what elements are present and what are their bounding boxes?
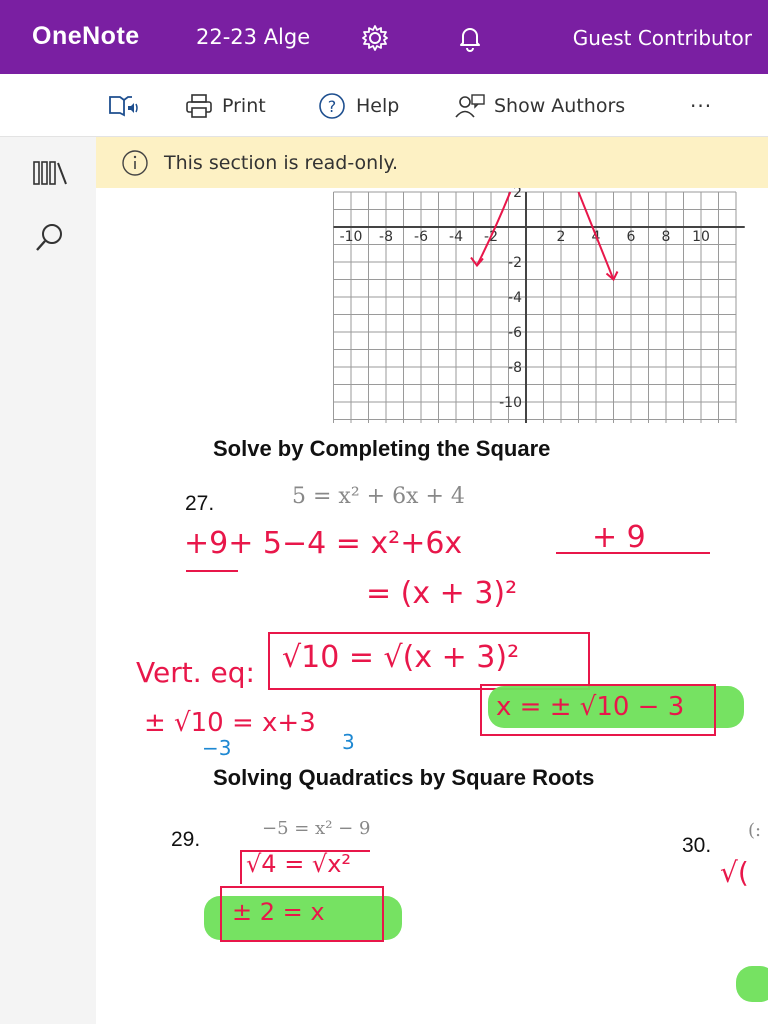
read-only-banner: This section is read-only. [96, 137, 768, 188]
coordinate-graph: -10 -8 -6 -4 -2 2 4 6 8 102-2-4-6-8-10 [333, 188, 745, 423]
highlight-answer-30 [736, 966, 768, 1002]
print-button[interactable]: Print [184, 92, 266, 120]
x-tick-label: -8 [379, 229, 393, 245]
problem-30-number: 30. [682, 834, 712, 857]
ink-small-three: 3 [342, 730, 355, 754]
printer-icon [186, 94, 212, 118]
info-icon [122, 149, 148, 176]
more-options-button[interactable]: ··· [690, 92, 712, 120]
immersive-reader-icon [109, 96, 138, 117]
ribbon-toolbar: Print ? Help Show Authors ··· [0, 74, 768, 137]
svg-text:?: ? [328, 97, 337, 116]
ink-answer-27: x = ± √10 − 3 [496, 692, 685, 722]
y-tick-label: 2 [513, 188, 522, 201]
y-tick-label: -6 [508, 325, 522, 341]
x-tick-label: -4 [449, 229, 463, 245]
x-tick-label: -10 [340, 229, 363, 245]
parabola-left-branch [476, 191, 512, 266]
show-authors-label: Show Authors [494, 95, 626, 117]
ink-problem-29-work: √4 = √x² [246, 850, 352, 878]
show-authors-button[interactable]: Show Authors [454, 92, 625, 120]
settings-gear-icon[interactable] [359, 24, 391, 52]
problem-27-number: 27. [185, 492, 215, 515]
ink-vertex-label: Vert. eq: [136, 656, 255, 689]
section-heading-completing-square: Solve by Completing the Square [213, 436, 551, 461]
x-tick-label: -6 [414, 229, 428, 245]
navigation-rail [0, 137, 97, 1024]
print-label: Print [222, 95, 266, 117]
app-header: OneNote 22-23 Alge Guest Contributor [0, 0, 768, 74]
problem-29-equation: −5 = x² − 9 [262, 818, 371, 839]
y-tick-label: -8 [508, 360, 522, 376]
ink-line-1: +9+ 5−4 = x²+6x [184, 526, 463, 561]
x-tick-label: 8 [662, 229, 671, 245]
read-only-message: This section is read-only. [164, 151, 399, 174]
y-tick-label: -10 [499, 395, 522, 411]
y-tick-label: -2 [508, 255, 522, 271]
ink-plus-minus-line: ± √10 = x+3 [144, 708, 316, 738]
problem-30-equation: (: [748, 820, 762, 841]
ink-boxed-equation: √10 = √(x + 3)² [282, 640, 520, 675]
notification-bell-icon[interactable] [454, 24, 486, 52]
ink-answer-29: ± 2 = x [232, 898, 325, 926]
ink-problem-30-work: √( [720, 856, 749, 889]
page-canvas[interactable]: -10 -8 -6 -4 -2 2 4 6 8 10 2 -2 -4 -6 -8 -10 Solve by C… [96, 188, 768, 1024]
app-name[interactable]: OneNote [32, 22, 140, 51]
x-tick-label: 6 [627, 229, 636, 245]
x-tick-label: 10 [692, 229, 710, 245]
x-tick-label: 2 [557, 229, 566, 245]
problem-27-equation: 5 = x² + 6x + 4 [292, 484, 465, 509]
notebooks-library-icon[interactable] [30, 153, 70, 193]
help-question-icon: ? [319, 93, 345, 119]
section-heading-square-roots: Solving Quadratics by Square Roots [213, 765, 595, 790]
show-authors-icon [455, 94, 485, 118]
user-account-name[interactable]: Guest Contributor [573, 26, 752, 50]
ink-underline-right [556, 552, 710, 554]
help-button[interactable]: ? Help [318, 92, 399, 120]
ink-minus-three: −3 [202, 736, 232, 760]
immersive-reader-button[interactable] [108, 92, 150, 120]
problem-29-number: 29. [171, 828, 201, 851]
search-icon[interactable] [30, 217, 70, 257]
ink-plus-nine: + 9 [592, 520, 646, 555]
notebook-name[interactable]: 22-23 Alge [196, 25, 310, 49]
ink-underline-left [186, 570, 238, 572]
ink-line-2: = (x + 3)² [366, 576, 518, 611]
y-tick-label: -4 [508, 290, 522, 306]
help-label: Help [356, 95, 400, 117]
